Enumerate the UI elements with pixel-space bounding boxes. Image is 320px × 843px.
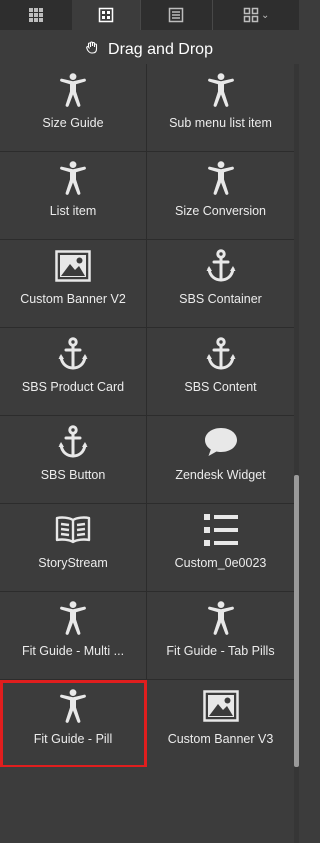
header-title: Drag and Drop bbox=[108, 41, 213, 58]
image-icon bbox=[202, 686, 239, 726]
widget-item-label: SBS Container bbox=[179, 292, 262, 306]
widget-item-label: SBS Content bbox=[184, 380, 257, 394]
widget-item-label: Size Conversion bbox=[174, 204, 266, 218]
widget-item-zendesk-widget[interactable]: Zendesk Widget bbox=[147, 416, 294, 504]
widget-item-label: StoryStream bbox=[38, 556, 108, 570]
widget-item-custom-0e0023[interactable]: Custom_0e0023 bbox=[147, 504, 294, 592]
widget-item-label: List item bbox=[49, 204, 97, 218]
accessibility-icon bbox=[60, 70, 86, 110]
accessibility-icon bbox=[60, 598, 86, 638]
widget-grid: Size Guide Sub menu list item List item Siz… bbox=[0, 64, 294, 768]
tab-grid[interactable] bbox=[0, 0, 72, 30]
accessibility-icon bbox=[207, 158, 234, 198]
accessibility-icon bbox=[60, 686, 86, 726]
anchor-icon bbox=[58, 422, 88, 462]
widget-item-sbs-container[interactable]: SBS Container bbox=[147, 240, 294, 328]
widget-item-size-conversion[interactable]: Size Conversion bbox=[147, 152, 294, 240]
widget-grid-icon bbox=[98, 7, 114, 23]
book-icon bbox=[55, 510, 91, 550]
grid-icon bbox=[28, 7, 44, 23]
widget-item-custom-banner-v3[interactable]: Custom Banner V3 bbox=[147, 680, 294, 768]
widget-item-fit-guide-tab-pills[interactable]: Fit Guide - Tab Pills bbox=[147, 592, 294, 680]
tab-bar: ⌄ bbox=[0, 0, 300, 30]
widget-item-label: Fit Guide - Pill bbox=[33, 732, 113, 746]
widget-item-label: Fit Guide - Multi ... bbox=[21, 644, 125, 658]
widget-item-custom-banner-v2[interactable]: Custom Banner V2 bbox=[0, 240, 147, 328]
widget-item-label: Custom_0e0023 bbox=[174, 556, 267, 570]
widget-item-label: Custom Banner V3 bbox=[167, 732, 274, 746]
accessibility-icon bbox=[207, 70, 234, 110]
chevron-down-icon: ⌄ bbox=[260, 9, 270, 21]
widget-item-label: Fit Guide - Tab Pills bbox=[166, 644, 275, 658]
scrollbar-thumb[interactable] bbox=[294, 475, 299, 767]
widget-item-label: Custom Banner V2 bbox=[20, 292, 126, 306]
widget-item-label: SBS Product Card bbox=[21, 380, 125, 394]
accessibility-icon bbox=[207, 598, 234, 638]
widget-item-storystream[interactable]: StoryStream bbox=[0, 504, 147, 592]
widget-item-size-guide[interactable]: Size Guide bbox=[0, 64, 147, 152]
widget-item-label: SBS Button bbox=[40, 468, 106, 482]
widget-item-fit-guide-pill[interactable]: Fit Guide - Pill bbox=[0, 680, 147, 768]
list-icon bbox=[203, 510, 239, 550]
speech-bubble-icon bbox=[203, 422, 239, 462]
widget-item-sbs-product-card[interactable]: SBS Product Card bbox=[0, 328, 147, 416]
empty-panel-area bbox=[0, 767, 294, 843]
widget-item-sbs-content[interactable]: SBS Content bbox=[147, 328, 294, 416]
tab-document[interactable] bbox=[139, 0, 213, 30]
anchor-icon bbox=[206, 334, 236, 374]
hand-icon bbox=[86, 41, 98, 59]
document-list-icon bbox=[168, 7, 184, 23]
widget-item-fit-guide-multi[interactable]: Fit Guide - Multi ... bbox=[0, 592, 147, 680]
tab-layout-dropdown[interactable]: ⌄ bbox=[212, 0, 300, 30]
widget-item-sbs-button[interactable]: SBS Button bbox=[0, 416, 147, 504]
widget-item-label: Sub menu list item bbox=[169, 116, 272, 130]
accessibility-icon bbox=[60, 158, 86, 198]
widget-item-label: Size Guide bbox=[42, 116, 104, 130]
anchor-icon bbox=[206, 246, 236, 286]
layout-dropdown-icon bbox=[243, 7, 259, 23]
anchor-icon bbox=[58, 334, 88, 374]
image-icon bbox=[55, 246, 91, 286]
section-header: Drag and Drop bbox=[0, 36, 299, 64]
widget-item-label: Zendesk Widget bbox=[175, 468, 266, 482]
tab-widgets[interactable] bbox=[71, 0, 140, 30]
widget-item-list-item[interactable]: List item bbox=[0, 152, 147, 240]
widget-item-sub-menu-list-item[interactable]: Sub menu list item bbox=[147, 64, 294, 152]
